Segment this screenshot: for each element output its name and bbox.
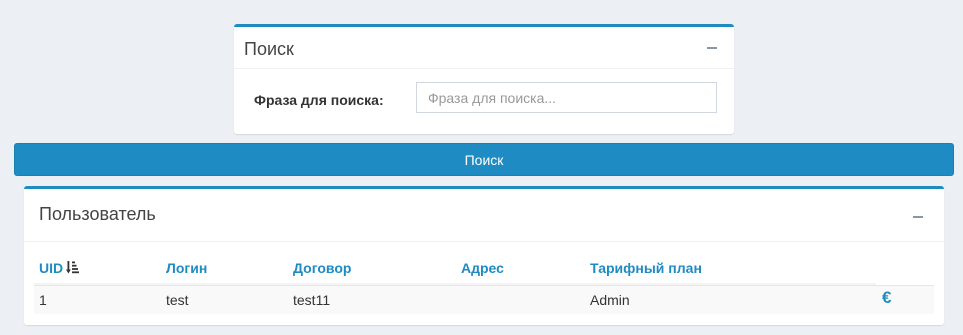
- collapse-minus-icon[interactable]: [913, 216, 923, 218]
- search-phrase-label: Фраза для поиска:: [254, 92, 384, 108]
- search-panel: Поиск Фраза для поиска:: [234, 24, 734, 134]
- search-panel-header: Поиск: [234, 27, 734, 69]
- sort-amount-down-icon: [66, 261, 80, 277]
- users-panel-title: Пользователь: [39, 204, 156, 224]
- cell-login: test: [166, 292, 189, 308]
- search-button[interactable]: Поиск: [14, 143, 954, 176]
- column-header-tariff[interactable]: Тарифный план: [590, 260, 702, 276]
- cell-tariff: Admin: [590, 292, 630, 308]
- search-phrase-input[interactable]: [416, 82, 717, 113]
- collapse-minus-icon[interactable]: [707, 47, 717, 49]
- search-panel-title: Поиск: [244, 39, 294, 59]
- column-header-uid[interactable]: UID: [39, 260, 80, 277]
- users-panel: Пользователь UID Логин Договор Адрес Тар…: [24, 186, 944, 325]
- column-header-login[interactable]: Логин: [166, 260, 207, 276]
- column-header-contract[interactable]: Договор: [293, 260, 351, 276]
- cell-uid: 1: [39, 292, 47, 308]
- column-header-label: UID: [39, 260, 64, 276]
- cell-contract: test11: [293, 292, 331, 308]
- users-panel-header: Пользователь: [24, 189, 944, 242]
- column-header-address[interactable]: Адрес: [461, 260, 504, 276]
- euro-icon[interactable]: €: [882, 288, 891, 308]
